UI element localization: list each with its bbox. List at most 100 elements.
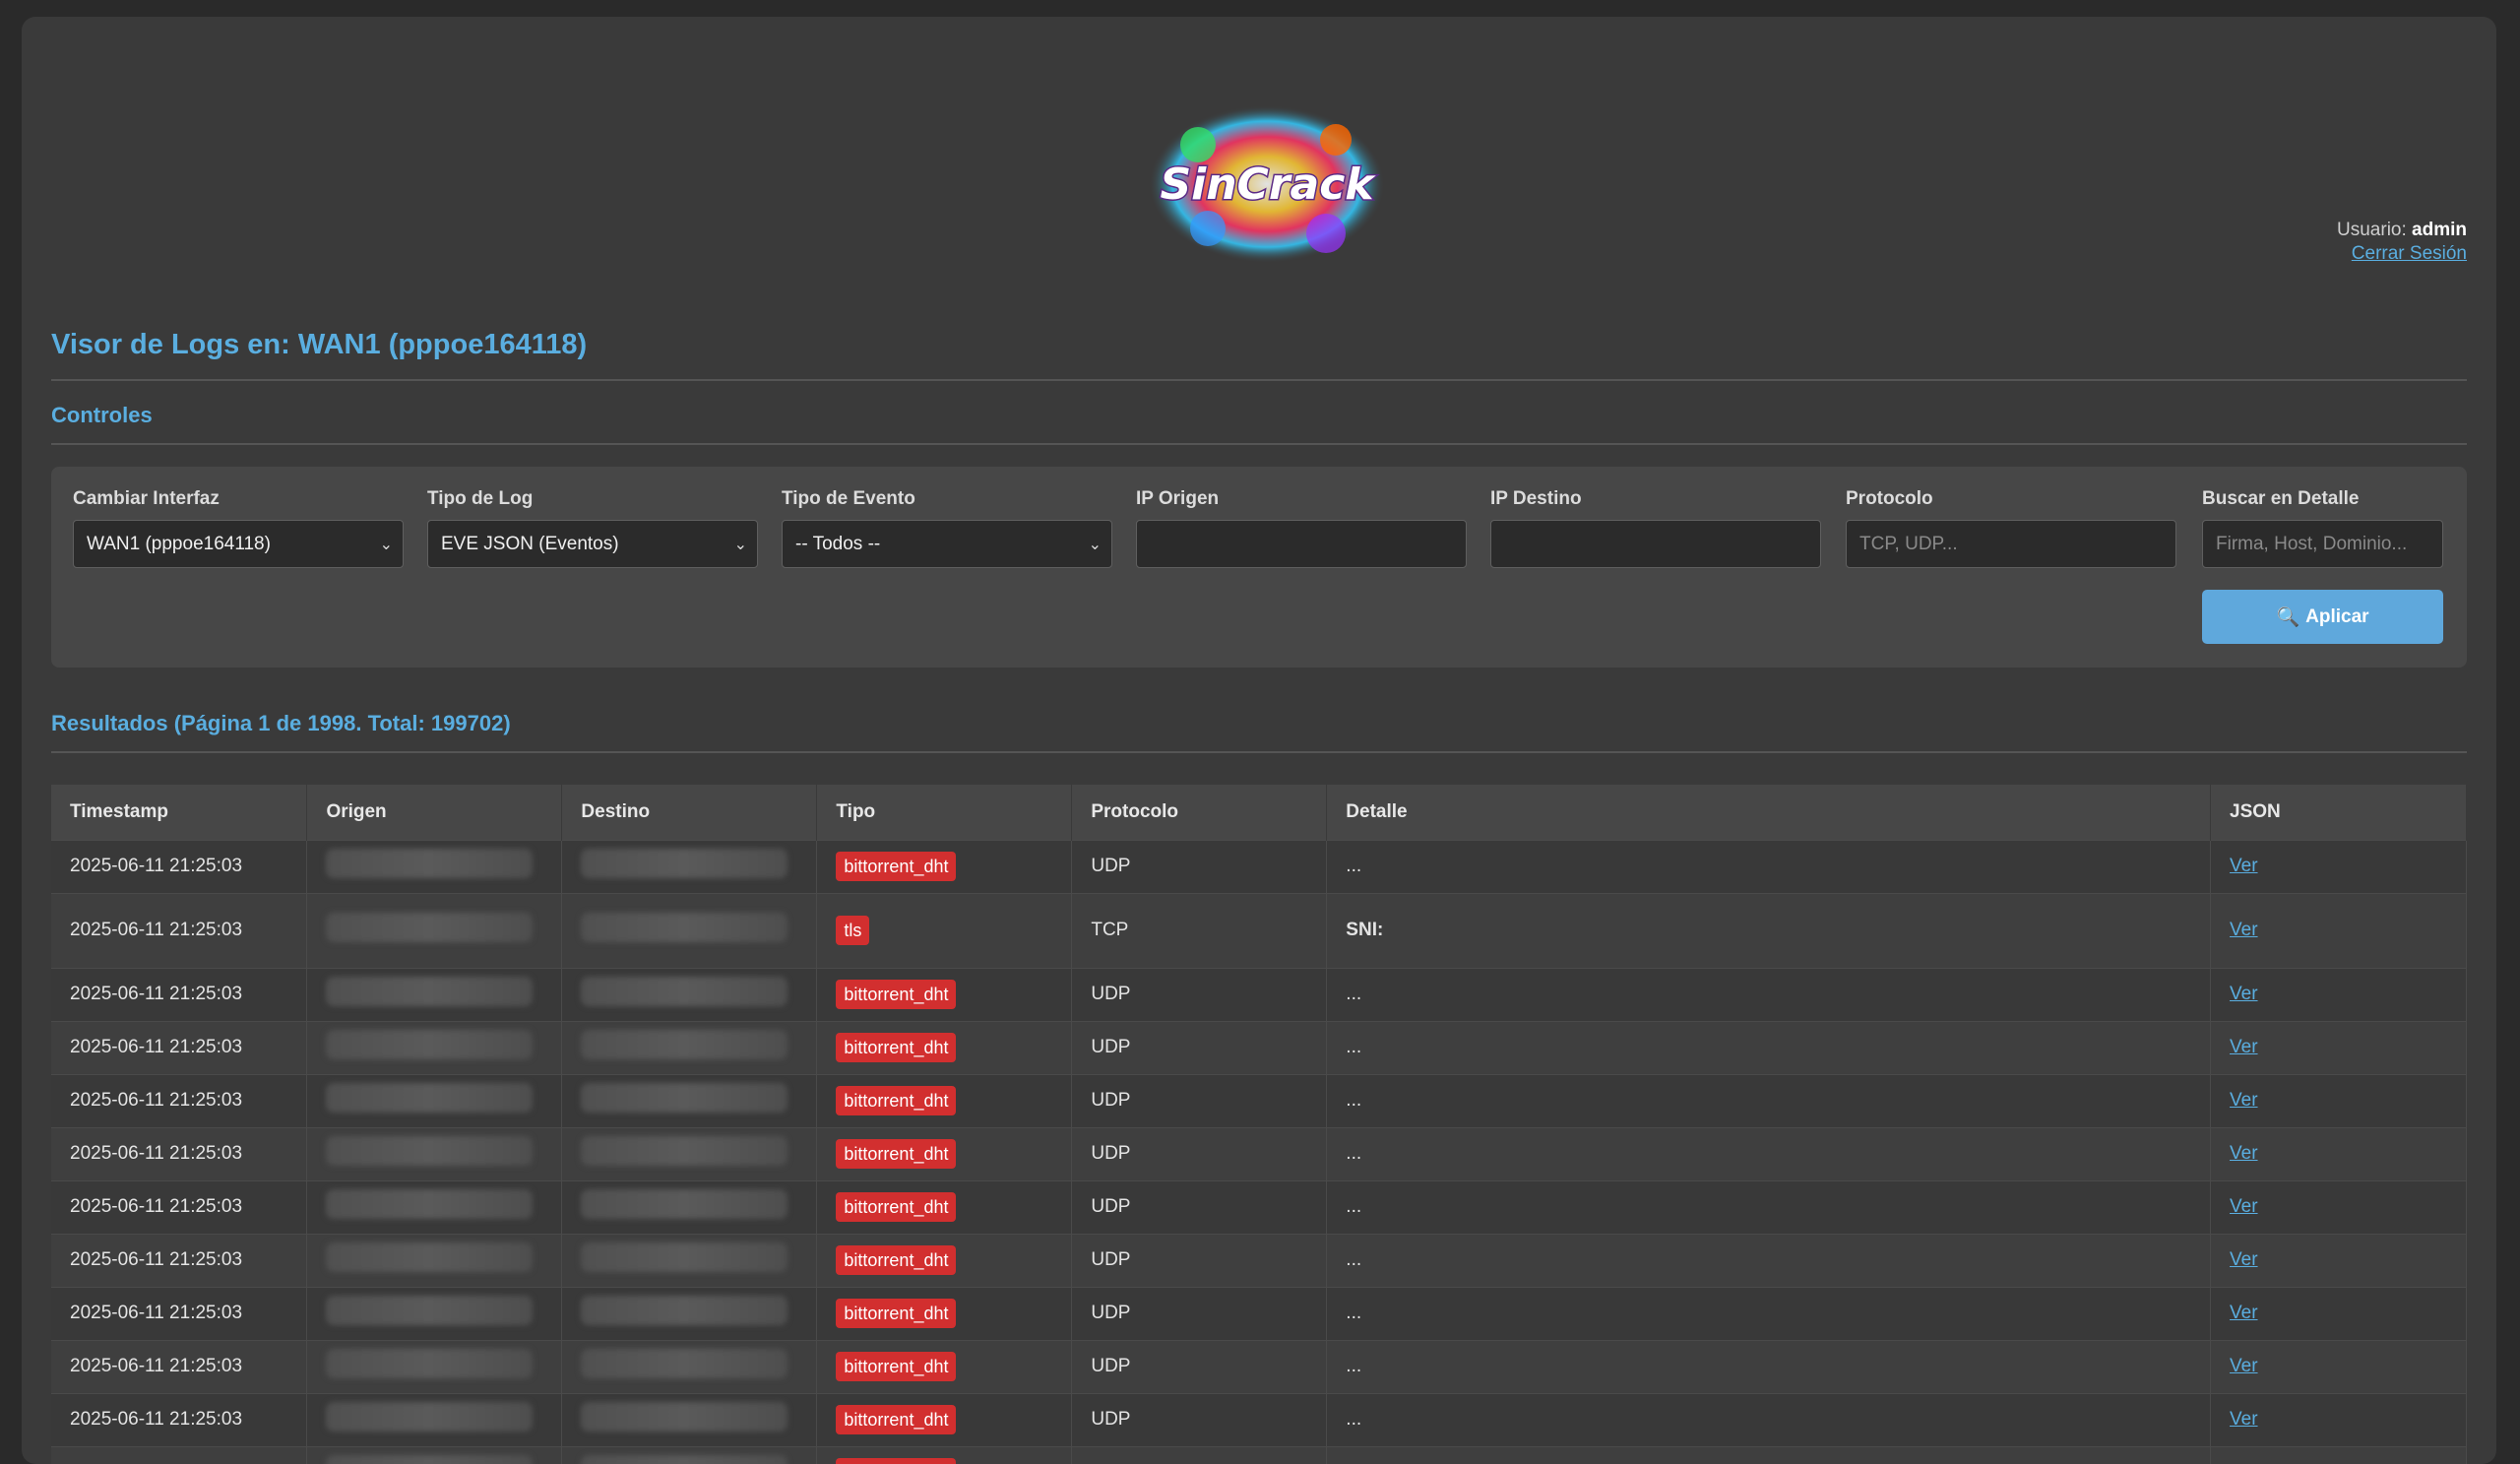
timestamp-cell: 2025-06-11 21:25:03	[51, 1286, 308, 1340]
redacted-ip	[581, 1136, 788, 1166]
tipo-cell: bittorrent_dht	[816, 1286, 1073, 1340]
protocolo-cell: UDP	[1071, 1020, 1328, 1074]
type-badge: bittorrent_dht	[836, 1139, 957, 1169]
protocolo-text: UDP	[1091, 1249, 1131, 1270]
detalle-text: ...	[1346, 1090, 1362, 1111]
log-type-value: EVE JSON (Eventos)	[441, 533, 619, 554]
json-cell: Ver	[2210, 1179, 2467, 1234]
ip-dst-input[interactable]	[1490, 520, 1821, 568]
redacted-ip	[581, 977, 788, 1006]
view-json-link[interactable]: Ver	[2230, 1356, 2258, 1376]
logo-text: SinCrack	[1160, 159, 1376, 210]
user-box: Usuario: admin Cerrar Sesión	[2337, 219, 2467, 266]
ip-dst-control: IP Destino	[1490, 488, 1821, 568]
protocolo-cell: UDP	[1071, 1392, 1328, 1446]
ip-src-input[interactable]	[1136, 520, 1467, 568]
detalle-cell: ...	[1326, 1339, 2212, 1393]
view-json-link[interactable]: Ver	[2230, 1409, 2258, 1430]
type-badge: tls	[836, 916, 870, 945]
origen-cell	[306, 1286, 563, 1340]
timestamp-cell: 2025-06-11 21:25:03	[51, 967, 308, 1021]
destino-cell	[561, 1126, 818, 1180]
table-row: 2025-06-11 21:25:03bittorrent_dhtUDP...V…	[51, 1126, 2467, 1180]
chevron-down-icon: ⌄	[733, 537, 747, 553]
destino-cell	[561, 1339, 818, 1393]
user-label: Usuario:	[2337, 220, 2407, 240]
app-window: SinCrack Usuario: admin Cerrar Sesión Vi…	[22, 17, 2496, 1464]
json-cell: Ver	[2210, 892, 2467, 968]
event-type-select[interactable]: -- Todos -- ⌄	[782, 520, 1112, 568]
timestamp-text: 2025-06-11 21:25:03	[70, 920, 243, 940]
results-title: Resultados (Página 1 de 1998. Total: 199…	[51, 689, 2467, 753]
view-json-link[interactable]: Ver	[2230, 856, 2258, 876]
event-type-value: -- Todos --	[795, 533, 881, 554]
view-json-link[interactable]: Ver	[2230, 1090, 2258, 1111]
protocolo-cell: UDP	[1071, 839, 1328, 893]
table-header-row: Timestamp Origen Destino Tipo Protocolo …	[51, 785, 2467, 840]
table-body: 2025-06-11 21:25:03 bittorrent_dht UDP... V…	[51, 839, 2467, 1464]
view-json-link[interactable]: Ver	[2230, 1303, 2258, 1323]
origen-cell	[306, 1126, 563, 1180]
protocolo-cell: UDP	[1071, 967, 1328, 1021]
protocolo-text: UDP	[1091, 1037, 1131, 1057]
view-json-link[interactable]: Ver	[2230, 1249, 2258, 1270]
chevron-down-icon: ⌄	[379, 537, 393, 553]
protocol-input[interactable]: TCP, UDP...	[1846, 520, 2176, 568]
destino-cell	[561, 1179, 818, 1234]
log-type-label: Tipo de Log	[427, 488, 534, 509]
search-control: Buscar en Detalle Firma, Host, Dominio..…	[2202, 488, 2443, 568]
protocol-label: Protocolo	[1846, 488, 1933, 509]
protocolo-text: UDP	[1091, 1303, 1131, 1323]
detalle-text: SNI:	[1346, 920, 1384, 940]
timestamp-cell: 2025-06-11 21:25:03	[51, 839, 308, 893]
protocol-control: Protocolo TCP, UDP...	[1846, 488, 2176, 568]
log-type-select[interactable]: EVE JSON (Eventos) ⌄	[427, 520, 758, 568]
view-json-link[interactable]: Ver	[2230, 1037, 2258, 1057]
redacted-ip	[326, 1083, 534, 1113]
origen-cell	[306, 839, 563, 893]
apply-button[interactable]: 🔍 Aplicar	[2202, 590, 2443, 644]
col-detalle: Detalle	[1326, 785, 2212, 840]
ip-dst-label: IP Destino	[1490, 488, 1582, 509]
detalle-cell: ...	[1326, 1179, 2212, 1234]
tipo-cell: bittorrent_dht	[816, 1073, 1073, 1127]
view-json-link[interactable]: Ver	[2230, 1196, 2258, 1217]
protocolo-cell: UDP	[1071, 1179, 1328, 1234]
view-json-link[interactable]: Ver	[2230, 920, 2258, 940]
redacted-ip	[581, 1455, 788, 1464]
timestamp-cell: 2025-06-11 21:25:03	[51, 1073, 308, 1127]
json-cell: Ver	[2210, 1073, 2467, 1127]
tipo-cell: bittorrent_dht	[816, 1020, 1073, 1074]
destino-cell	[561, 839, 818, 893]
search-label: Buscar en Detalle	[2202, 488, 2360, 509]
destino-cell	[561, 1445, 818, 1464]
json-cell: Ver	[2210, 1126, 2467, 1180]
redacted-ip	[326, 849, 534, 878]
table-row: 2025-06-11 21:25:03 tls TCP SNI: Ver	[51, 892, 2467, 968]
tipo-cell: tls	[816, 892, 1073, 968]
protocolo-text: UDP	[1091, 1196, 1131, 1217]
redacted-ip	[326, 977, 534, 1006]
protocolo-text: UDP	[1091, 856, 1131, 876]
json-cell: Ver	[2210, 1020, 2467, 1074]
type-badge: bittorrent_dht	[836, 1299, 957, 1328]
view-json-link[interactable]: Ver	[2230, 984, 2258, 1004]
table-row: 2025-06-11 21:25:03bittorrent_dhtUDP...V…	[51, 1445, 2467, 1464]
search-input[interactable]: Firma, Host, Dominio...	[2202, 520, 2443, 568]
interface-select[interactable]: WAN1 (pppoe164118) ⌄	[73, 520, 404, 568]
detalle-cell: ...	[1326, 1073, 2212, 1127]
view-json-link[interactable]: Ver	[2230, 1143, 2258, 1164]
logout-link[interactable]: Cerrar Sesión	[2352, 243, 2467, 264]
detalle-cell: ...	[1326, 1233, 2212, 1287]
timestamp-text: 2025-06-11 21:25:03	[70, 1143, 243, 1164]
timestamp-text: 2025-06-11 21:25:03	[70, 1356, 243, 1376]
controls-title: Controles	[51, 381, 2467, 445]
col-tipo: Tipo	[816, 785, 1073, 840]
detalle-text: ...	[1346, 1303, 1362, 1323]
magnifier-icon: 🔍	[2276, 606, 2300, 628]
type-badge: bittorrent_dht	[836, 1086, 957, 1115]
json-cell: Ver	[2210, 1286, 2467, 1340]
logo: SinCrack	[1139, 95, 1395, 273]
col-protocolo: Protocolo	[1071, 785, 1328, 840]
json-cell: Ver	[2210, 1339, 2467, 1393]
